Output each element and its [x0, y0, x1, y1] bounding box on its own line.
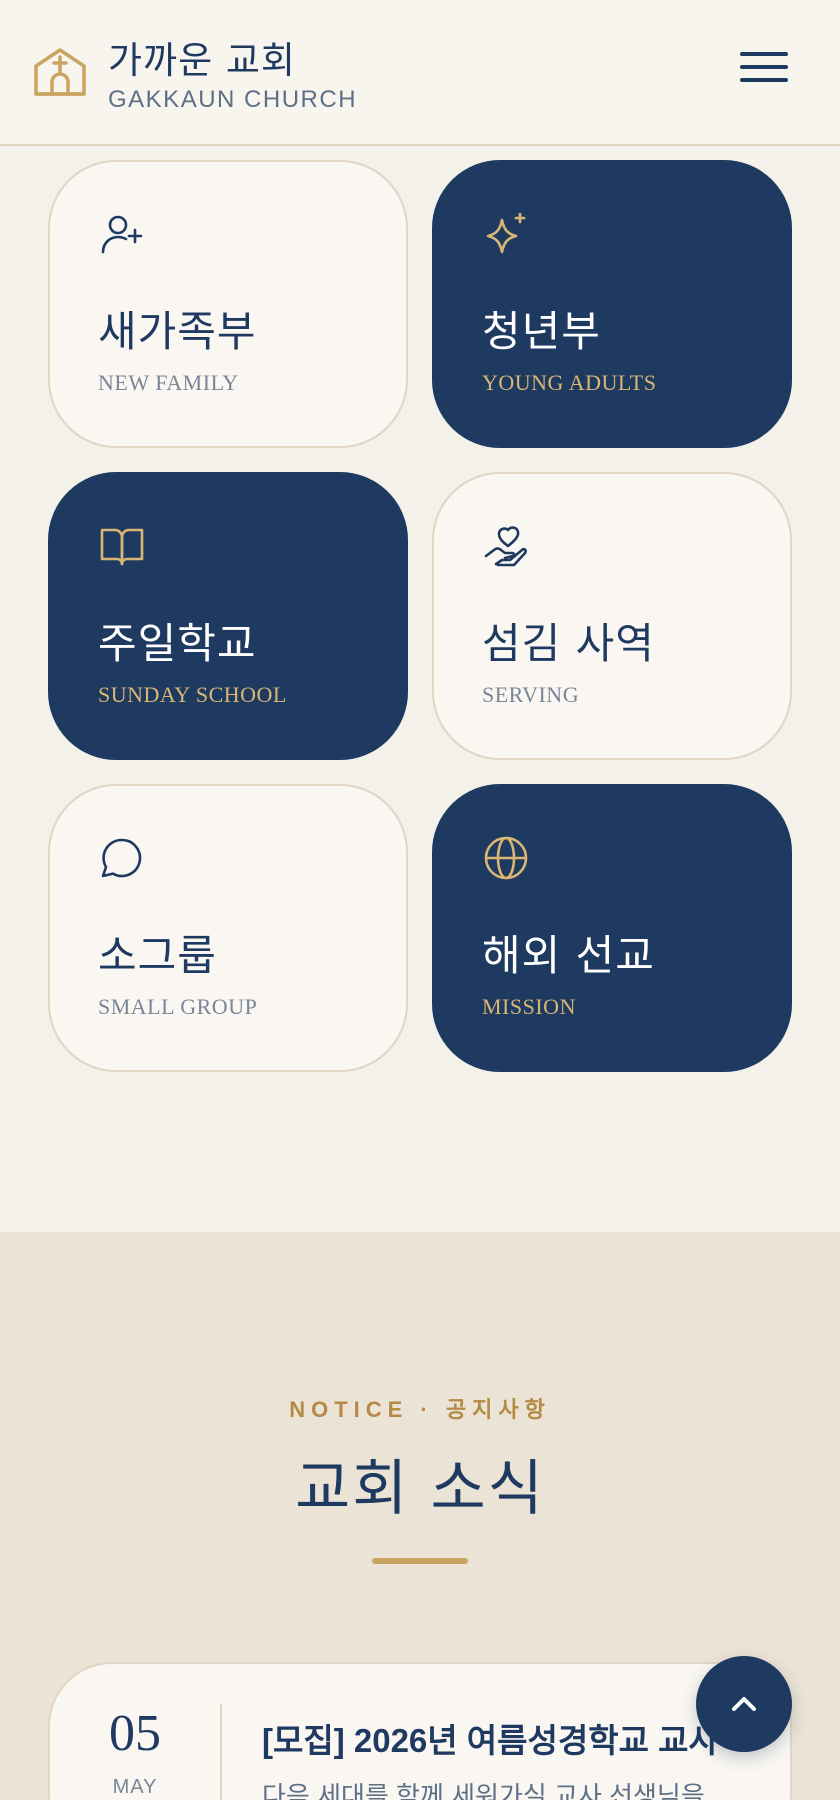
notice-date-day: 05: [109, 1705, 161, 1762]
ministry-subtitle: NEW FAMILY: [98, 370, 239, 395]
scroll-top-button[interactable]: [696, 1656, 792, 1752]
ministry-title: 새가족부: [98, 307, 257, 356]
ministry-title: 해외 선교: [482, 931, 655, 980]
notice-excerpt: 다음 세대를 함께 세워가실 교사 선생님을 ...: [262, 1781, 734, 1800]
hamburger-menu-icon[interactable]: [740, 52, 788, 92]
ministry-title: 소그룹: [98, 931, 217, 980]
section-eyebrow: NOTICE · 공지사항: [289, 1397, 551, 1422]
ministry-title: 청년부: [482, 307, 601, 356]
notice-divider: [220, 1704, 222, 1800]
ministry-card-new-family[interactable]: 새가족부 NEW FAMILY: [48, 160, 408, 448]
ministry-subtitle: MISSION: [482, 994, 576, 1019]
ministry-title: 섬김 사역: [482, 619, 655, 668]
ministry-title: 주일학교: [98, 619, 257, 668]
ministry-subtitle: SUNDAY SCHOOL: [98, 682, 287, 707]
brand-name-korean[interactable]: 가까운 교회: [108, 30, 296, 84]
ministry-subtitle: SERVING: [482, 682, 580, 707]
globe-icon: [484, 836, 528, 880]
ministry-subtitle: YOUNG ADULTS: [482, 370, 657, 395]
user-plus-icon: [101, 215, 143, 254]
chat-bubble-icon: [101, 838, 142, 878]
heart-hand-icon: [484, 526, 527, 567]
sparkle-icon: [486, 212, 526, 254]
chevron-up-icon: [732, 1697, 756, 1711]
ministry-card-sunday-school[interactable]: 주일학교 SUNDAY SCHOOL: [48, 472, 408, 760]
church-icon[interactable]: [32, 44, 88, 100]
open-book-icon: [100, 528, 144, 566]
site-header: 가까운 교회 GAKKAUN CHURCH: [0, 0, 840, 146]
ministry-card-small-group[interactable]: 소그룹 SMALL GROUP: [48, 784, 408, 1072]
title-underline: [372, 1558, 468, 1564]
ministry-subtitle: SMALL GROUP: [98, 994, 258, 1019]
section-title: 교회 소식: [295, 1454, 545, 1524]
brand-name-english: GAKKAUN CHURCH: [108, 86, 358, 113]
notice-card[interactable]: 05 MAY [모집] 2026년 여름성경학교 교사 다음 세대를 함께 세워…: [48, 1662, 792, 1800]
ministry-card-serving[interactable]: 섬김 사역 SERVING: [432, 472, 792, 760]
ministry-card-young-adults[interactable]: 청년부 YOUNG ADULTS: [432, 160, 792, 448]
ministry-card-mission[interactable]: 해외 선교 MISSION: [432, 784, 792, 1072]
notice-date-month: MAY: [112, 1776, 158, 1798]
